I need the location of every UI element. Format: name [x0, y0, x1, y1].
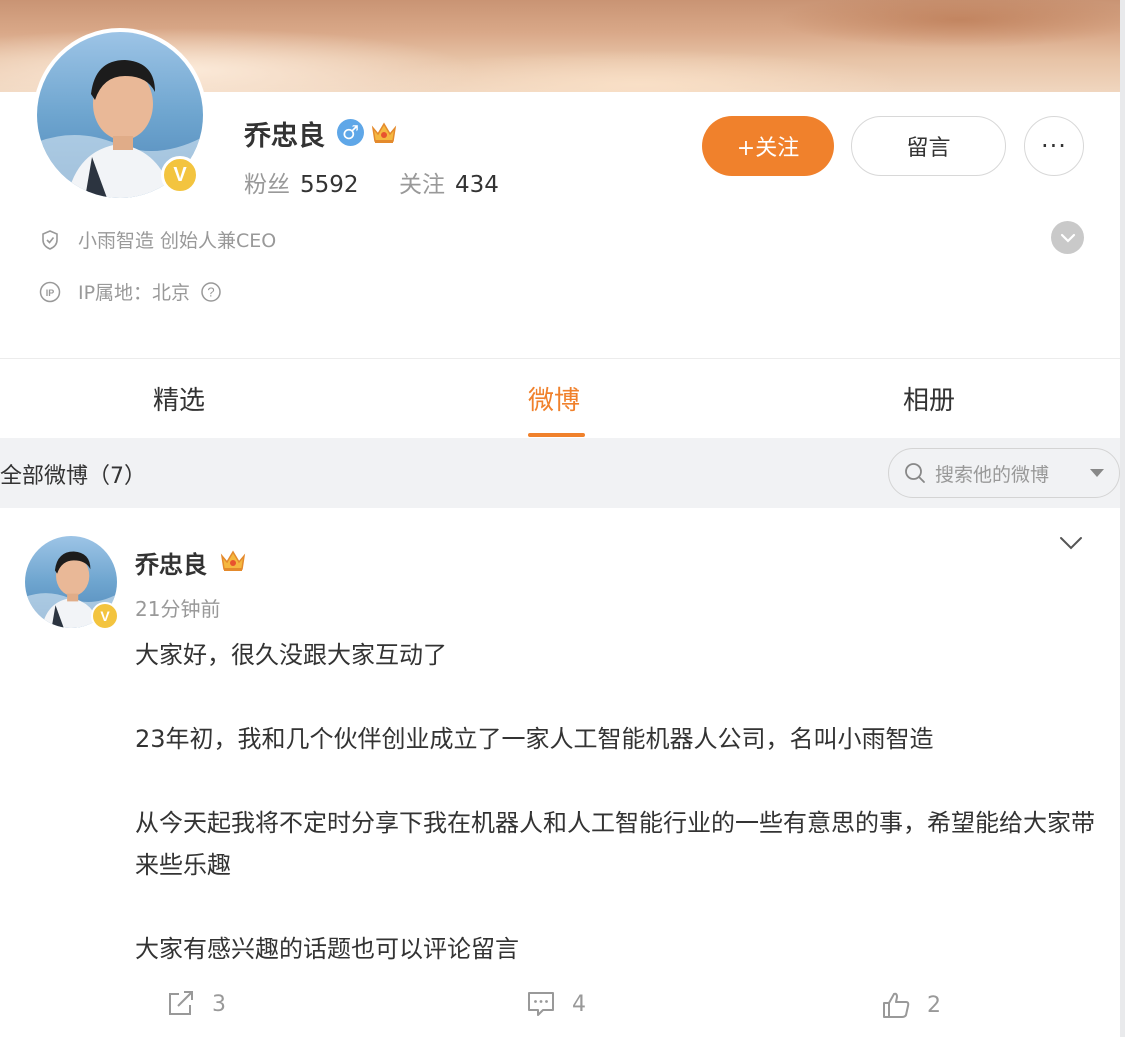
fans-count: 5592 — [300, 172, 359, 198]
search-placeholder: 搜索他的微博 — [935, 463, 1050, 486]
verification-row: 小雨智造 创始人兼CEO — [38, 226, 276, 253]
post-menu-chevron-icon[interactable] — [1058, 532, 1084, 554]
post-author-avatar[interactable]: V — [25, 536, 119, 630]
more-button[interactable]: ··· — [1024, 116, 1084, 176]
crown-icon — [371, 122, 397, 143]
crown-icon — [220, 550, 246, 571]
shield-icon — [42, 229, 58, 250]
post-paragraph: 大家有感兴趣的话题也可以评论留言 — [135, 935, 519, 963]
following-stat[interactable]: 关注 434 — [399, 165, 499, 199]
tab-album[interactable]: 相册 — [903, 380, 955, 417]
dropdown-caret-icon[interactable] — [1089, 468, 1105, 478]
following-count: 434 — [455, 172, 499, 198]
gender-icon: ♂ — [337, 119, 364, 146]
ip-location-text: IP属地：北京 — [78, 282, 191, 304]
tab-weibo[interactable]: 微博 — [528, 380, 580, 417]
follow-button[interactable]: +关注 — [702, 116, 834, 176]
search-input[interactable]: 搜索他的微博 — [888, 448, 1120, 498]
verified-badge: V — [161, 156, 199, 194]
svg-text:?: ? — [207, 284, 214, 299]
repost-button[interactable]: 3 — [166, 990, 226, 1018]
comment-button[interactable]: 4 — [526, 990, 586, 1018]
repost-icon — [169, 991, 193, 1015]
chevron-down-icon — [1060, 233, 1075, 243]
like-count: 2 — [927, 992, 941, 1018]
comment-count: 4 — [572, 991, 586, 1017]
active-tab-indicator — [528, 433, 585, 437]
fans-stat[interactable]: 粉丝 5592 — [244, 165, 359, 199]
profile-name: 乔忠良 — [244, 121, 325, 152]
page-edge — [1120, 0, 1125, 1037]
ip-icon: IP — [39, 281, 61, 302]
tab-featured[interactable]: 精选 — [153, 380, 205, 417]
profile-avatar[interactable]: V — [33, 28, 207, 202]
verified-badge: V — [91, 602, 119, 630]
post-paragraph: 从今天起我将不定时分享下我在机器人和人工智能行业的一些有意思的事，希望能给大家带… — [135, 809, 1095, 879]
divider — [0, 358, 1120, 359]
post-paragraph: 23年初，我和几个伙伴创业成立了一家人工智能机器人公司，名叫小雨智造 — [135, 725, 934, 753]
message-button[interactable]: 留言 — [851, 116, 1006, 176]
following-label: 关注 — [399, 172, 445, 198]
like-icon — [883, 992, 910, 1018]
comment-icon — [528, 992, 554, 1016]
expand-info-button[interactable] — [1051, 221, 1084, 254]
repost-count: 3 — [212, 991, 226, 1017]
post-time[interactable]: 21分钟前 — [135, 593, 220, 622]
help-icon[interactable]: ? — [200, 281, 222, 303]
verification-text: 小雨智造 创始人兼CEO — [78, 230, 277, 252]
ip-row: IP IP属地：北京 ? — [38, 278, 222, 305]
svg-text:IP: IP — [46, 288, 55, 298]
fans-label: 粉丝 — [244, 172, 290, 198]
post-paragraph: 大家好，很久没跟大家互动了 — [135, 641, 447, 669]
all-posts-filter[interactable]: 全部微博（7） — [0, 458, 146, 490]
like-button[interactable]: 2 — [881, 990, 941, 1020]
search-icon — [905, 463, 925, 483]
post-author-name[interactable]: 乔忠良 — [135, 545, 207, 580]
